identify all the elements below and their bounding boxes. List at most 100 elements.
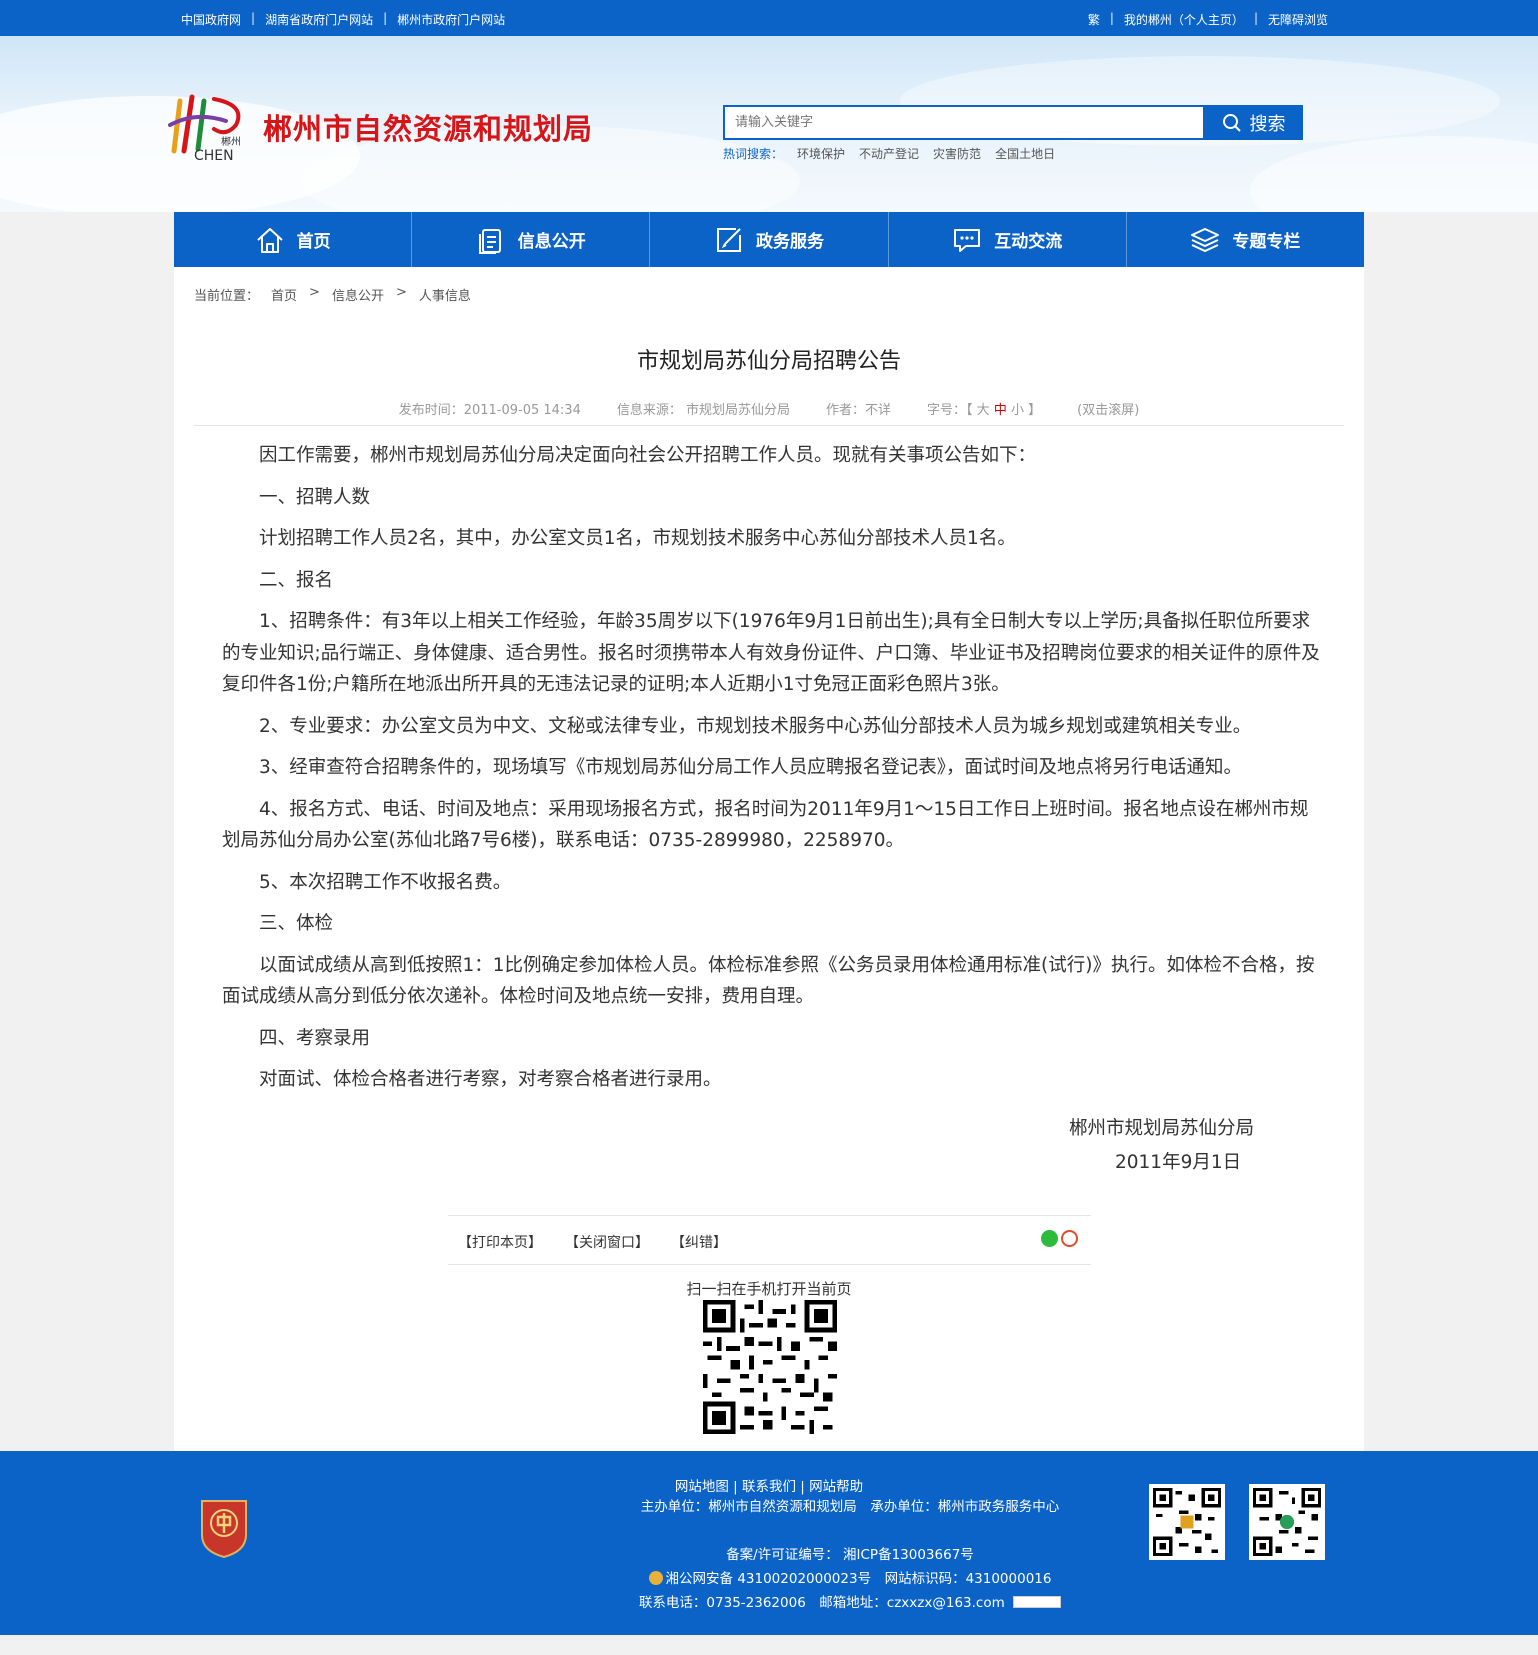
link-china-gov[interactable]: 中国政府网 — [181, 11, 241, 28]
link-hunan-gov[interactable]: 湖南省政府门户网站 — [265, 11, 373, 28]
top-bar: 中国政府网 | 湖南省政府门户网站 | 郴州市政府门户网站 繁 | 我的郴州（个… — [0, 0, 1538, 36]
nav-interaction[interactable]: 互动交流 — [887, 212, 1126, 267]
top-right-links: 繁 | 我的郴州（个人主页） | 无障碍浏览 — [1088, 11, 1328, 28]
separator: | — [1109, 11, 1114, 25]
breadcrumb-home[interactable]: 首页 — [271, 285, 297, 304]
section-heading: 三、体检 — [259, 913, 334, 934]
nav-label: 互动交流 — [994, 232, 1063, 252]
publish-time: 发布时间：2011-09-05 14:34 — [398, 403, 581, 418]
section-heading: 二、报名 — [259, 569, 334, 591]
qr-label: 扫一扫在手机打开当前页 — [686, 1280, 852, 1298]
footer: 网站地图 | 联系我们 | 网站帮助 主办单位：郴州市自然资源和规划局 承办单位… — [0, 1451, 1538, 1635]
section-heading: 四、考察录用 — [259, 1027, 371, 1049]
home-icon — [256, 227, 283, 253]
footer-police-text: 湘公网安备 43100202000023号 网站标识码：4310000016 — [665, 1571, 1052, 1587]
link-chenzhou-gov[interactable]: 郴州市政府门户网站 — [397, 11, 505, 28]
article-body: 因工作需要，郴州市规划局苏仙分局决定面向社会公开招聘工作人员。现就有关事项公告如… — [222, 440, 1324, 1106]
font-medium-button[interactable]: 中 — [994, 403, 1007, 418]
paragraph: 对面试、体检合格者进行考察，对考察合格者进行录用。 — [259, 1069, 722, 1090]
paragraph: 4、报名方式、电话、时间及地点：采用现场报名方式，报名时间为2011年9月1～1… — [222, 798, 1309, 852]
wechat-icon[interactable] — [1041, 1230, 1058, 1247]
link-traditional[interactable]: 繁 — [1088, 11, 1100, 28]
font-size-label: 字号： — [927, 403, 967, 418]
nav-gov-service[interactable]: 政务服务 — [649, 212, 887, 267]
breadcrumb-sep: > — [309, 285, 320, 300]
article-meta: 发布时间：2011-09-05 14:34 信息来源： 市规划局苏仙分局 作者：… — [174, 399, 1364, 418]
top-links: 中国政府网 | 湖南省政府门户网站 | 郴州市政府门户网站 — [181, 11, 505, 28]
print-button[interactable]: 【打印本页】 — [458, 1232, 542, 1252]
nav-label: 首页 — [296, 232, 331, 252]
document-icon — [478, 228, 501, 254]
hot-word[interactable]: 灾害防范 — [933, 145, 981, 162]
section-heading: 一、招聘人数 — [259, 486, 371, 508]
search-icon — [1222, 113, 1241, 132]
bracket-open: 【 — [966, 403, 973, 418]
breadcrumb-label: 当前位置： — [194, 289, 260, 304]
nav-info-public[interactable]: 信息公开 — [411, 212, 649, 267]
weibo-icon[interactable] — [1061, 1230, 1078, 1247]
chat-icon — [954, 228, 981, 252]
article-title: 市规划局苏仙分局招聘公告 — [636, 349, 901, 374]
footer-contact: 联系电话：0735-2362006 邮箱地址：czxxzx@163.com — [630, 1591, 1070, 1615]
cnzz-icon[interactable] — [1013, 1596, 1062, 1608]
header: 郴州 CHEN 郴州市自然资源和规划局 搜索 热词搜索： 环境保护 不动产登记 … — [0, 36, 1538, 212]
search-button-label: 搜索 — [1249, 113, 1286, 135]
edit-icon — [717, 227, 741, 252]
scroll-hint[interactable]: (双击滚屏) — [1077, 399, 1139, 418]
font-size-control: 字号：【 大 中 小 】 — [927, 399, 1041, 418]
main-nav: 首页 信息公开 政务服务 互动交流 专题专栏 — [174, 212, 1364, 267]
hot-word[interactable]: 不动产登记 — [859, 145, 919, 162]
footer-police: 湘公网安备 43100202000023号 网站标识码：4310000016 — [630, 1567, 1070, 1591]
site-title: 郴州市自然资源和规划局 — [263, 112, 594, 146]
separator: | — [383, 11, 388, 25]
paragraph: 以面试成绩从高到低按照1：1比例确定参加体检人员。体检标准参照《公务员录用体检通… — [222, 954, 1315, 1008]
hot-word[interactable]: 环境保护 — [797, 145, 845, 162]
paragraph: 2、专业要求：办公室文员为中文、文秘或法律专业，市规划技术服务中心苏仙分部技术人… — [259, 715, 1252, 737]
separator: | — [251, 11, 256, 25]
article-tools: 【打印本页】 【关闭窗口】 【纠错】 — [448, 1215, 1091, 1265]
footer-icp[interactable]: 备案/许可证编号： 湘ICP备13003667号 — [630, 1543, 1070, 1567]
report-error-button[interactable]: 【纠错】 — [671, 1232, 727, 1252]
party-gov-badge-icon[interactable] — [196, 1495, 252, 1559]
bracket-close: 】 — [1028, 403, 1042, 418]
footer-qr-code — [1149, 1484, 1225, 1560]
content-panel: 当前位置： 首页 > 信息公开 > 人事信息 市规划局苏仙分局招聘公告 发布时间… — [174, 267, 1364, 1451]
article-author: 作者：不详 — [825, 403, 891, 418]
signature-org: 郴州市规划局苏仙分局 — [1069, 1118, 1255, 1139]
breadcrumb-sep: > — [395, 285, 407, 300]
link-accessibility[interactable]: 无障碍浏览 — [1268, 11, 1328, 28]
separator: | — [1253, 11, 1258, 25]
footer-contact-text: 联系电话：0735-2362006 邮箱地址：czxxzx@163.com — [638, 1595, 1005, 1611]
divider — [194, 425, 1344, 426]
signature-date: 2011年9月1日 — [1115, 1152, 1242, 1173]
paragraph: 1、招聘条件：有3年以上相关工作经验，年龄35周岁以下(1976年9月1日前出生… — [222, 611, 1320, 695]
search-input[interactable] — [723, 105, 1205, 140]
font-large-button[interactable]: 大 — [977, 403, 990, 418]
link-my-chenzhou[interactable]: 我的郴州（个人主页） — [1124, 11, 1244, 28]
nav-label: 政务服务 — [756, 232, 824, 252]
article-source: 信息来源： 市规划局苏仙分局 — [616, 403, 790, 418]
hot-word[interactable]: 全国土地日 — [995, 145, 1055, 162]
hot-words: 热词搜索： 环境保护 不动产登记 灾害防范 全国土地日 — [723, 145, 1055, 162]
nav-home[interactable]: 首页 — [174, 212, 411, 267]
breadcrumb-info-public[interactable]: 信息公开 — [332, 285, 384, 304]
paragraph: 5、本次招聘工作不收报名费。 — [259, 871, 512, 893]
breadcrumb: 当前位置： 首页 > 信息公开 > 人事信息 — [194, 285, 471, 304]
layers-icon — [1191, 227, 1220, 252]
font-small-button[interactable]: 小 — [1011, 403, 1024, 418]
police-badge-icon — [648, 1571, 663, 1585]
footer-qr-code — [1249, 1484, 1325, 1560]
paragraph: 计划招聘工作人员2名，其中，办公室文员1名，市规划技术服务中心苏仙分部技术人员1… — [259, 528, 1016, 549]
paragraph: 3、经审查符合招聘条件的，现场填写《市规划局苏仙分局工作人员应聘报名登记表》，面… — [259, 757, 1243, 778]
breadcrumb-personnel[interactable]: 人事信息 — [419, 285, 471, 304]
search-button[interactable]: 搜索 — [1204, 105, 1303, 140]
close-window-button[interactable]: 【关闭窗口】 — [565, 1232, 649, 1252]
page-qr-code — [703, 1300, 837, 1434]
cloud-decoration — [1250, 136, 1538, 212]
nav-special-topics[interactable]: 专题专栏 — [1125, 212, 1364, 267]
nav-label: 信息公开 — [517, 232, 586, 252]
hot-words-label: 热词搜索： — [723, 147, 784, 161]
paragraph: 因工作需要，郴州市规划局苏仙分局决定面向社会公开招聘工作人员。现就有关事项公告如… — [259, 445, 1037, 466]
svg-text:郴州: 郴州 — [221, 135, 241, 148]
site-logo[interactable]: 郴州 CHEN — [166, 91, 250, 163]
